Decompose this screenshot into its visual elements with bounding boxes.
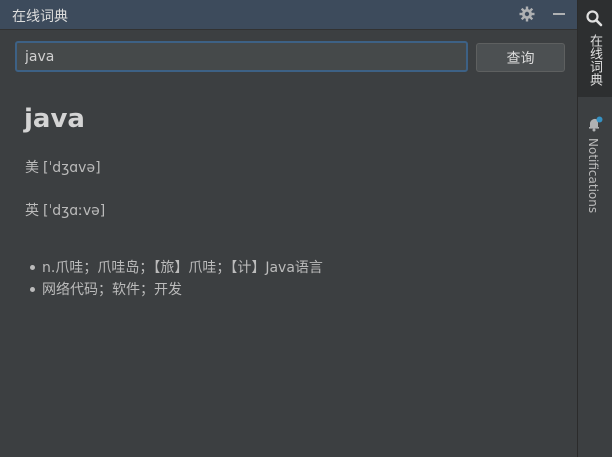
bell-icon (587, 116, 603, 136)
result-word: java (24, 104, 85, 134)
ide-window: 在线词典 java 查询 java 美 [ˈdʒɑvə] 英 [ˈdʒɑːvə]… (0, 0, 612, 457)
definition-item: 网络代码；软件；开发 (30, 279, 323, 301)
definition-item: n.爪哇；爪哇岛；【旅】爪哇；【计】Java语言 (30, 257, 323, 279)
definition-list: n.爪哇；爪哇岛；【旅】爪哇；【计】Java语言 网络代码；软件；开发 (30, 257, 323, 301)
search-icon (585, 9, 603, 31)
tool-window-header: 在线词典 (0, 0, 577, 30)
phonetic-us: 美 [ˈdʒɑvə] (25, 157, 101, 177)
right-tool-stripe: 在线词典 Notifications (577, 0, 612, 457)
query-button[interactable]: 查询 (476, 43, 565, 72)
stripe-tab-notifications-label: Notifications (586, 138, 600, 214)
phonetic-uk-text: [ˈdʒɑːvə] (43, 203, 106, 219)
bullet-icon (30, 264, 35, 270)
minimize-icon[interactable] (549, 4, 569, 24)
stripe-tab-dictionary-label: 在线词典 (587, 34, 602, 86)
dictionary-tool-window: 在线词典 java 查询 java 美 [ˈdʒɑvə] 英 [ˈdʒɑːvə]… (0, 0, 577, 457)
phonetic-uk: 英 [ˈdʒɑːvə] (25, 200, 105, 220)
phonetic-uk-label: 英 (25, 203, 39, 219)
stripe-tab-notifications[interactable]: Notifications (578, 108, 612, 220)
definition-text: n.爪哇；爪哇岛；【旅】爪哇；【计】Java语言 (42, 260, 323, 276)
phonetic-us-text: [ˈdʒɑvə] (43, 160, 101, 176)
search-input[interactable] (15, 41, 468, 72)
tool-window-title: 在线词典 (12, 9, 68, 25)
phonetic-us-label: 美 (25, 160, 39, 176)
stripe-tab-dictionary[interactable]: 在线词典 (578, 0, 612, 97)
definition-text: 网络代码；软件；开发 (42, 282, 182, 298)
gear-icon[interactable] (517, 4, 537, 24)
bullet-icon (30, 286, 35, 292)
